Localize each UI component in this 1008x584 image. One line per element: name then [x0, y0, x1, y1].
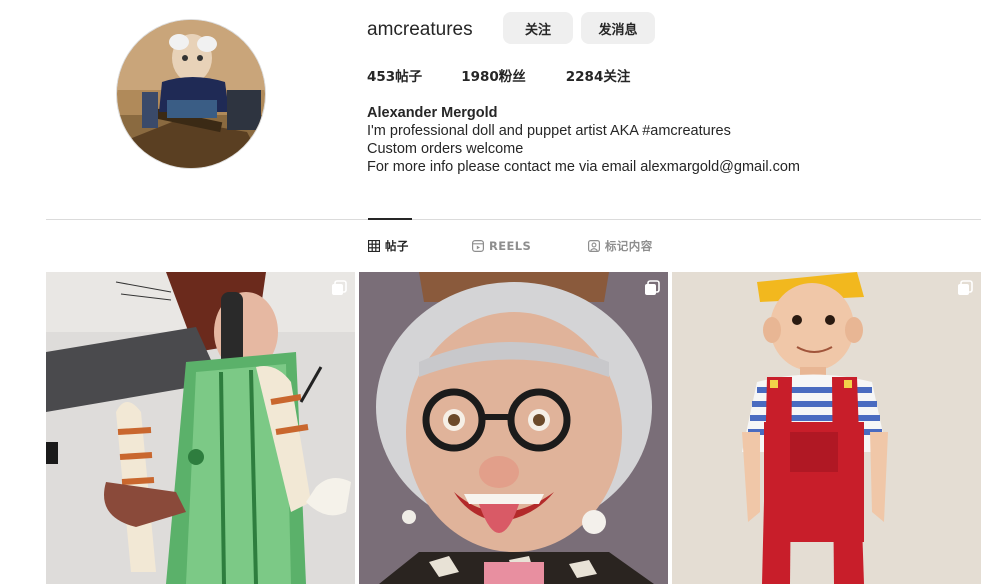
post-tile[interactable] — [672, 272, 981, 584]
posts-count: 453帖子 — [367, 69, 423, 85]
multiple-posts-icon — [645, 280, 660, 295]
tab-reels[interactable]: REELS — [472, 238, 531, 254]
tab-posts[interactable]: 帖子 — [368, 238, 409, 254]
tab-label: 标记内容 — [605, 239, 653, 253]
tagged-icon — [588, 240, 600, 252]
bio-line: For more info please contact me via emai… — [367, 159, 800, 175]
grid-icon — [368, 240, 380, 252]
post-tile[interactable] — [46, 272, 355, 584]
multiple-posts-icon — [958, 280, 973, 295]
multiple-posts-icon — [332, 280, 347, 295]
tab-tagged[interactable]: 标记内容 — [588, 238, 653, 254]
active-tab-indicator — [368, 218, 412, 220]
tab-label: REELS — [489, 239, 532, 253]
avatar-image — [117, 20, 265, 168]
following-count[interactable]: 2284关注 — [566, 65, 631, 85]
post-tile[interactable] — [359, 272, 668, 584]
tab-label: 帖子 — [385, 239, 409, 253]
reels-icon — [472, 240, 484, 252]
profile-avatar[interactable] — [116, 19, 266, 169]
profile-full-name: Alexander Mergold — [367, 105, 498, 121]
post-image — [46, 272, 355, 584]
followers-count[interactable]: 1980粉丝 — [461, 65, 526, 85]
profile-bio: Alexander Mergold I'm professional doll … — [367, 104, 800, 176]
message-button[interactable]: 发消息 — [581, 12, 655, 44]
post-image — [359, 272, 668, 584]
tabs-divider — [46, 219, 981, 220]
post-image — [672, 272, 981, 584]
profile-stats: 453帖子 1980粉丝 2284关注 — [367, 65, 669, 85]
bio-line: I'm professional doll and puppet artist … — [367, 123, 731, 139]
bio-line: Custom orders welcome — [367, 141, 524, 157]
profile-username: amcreatures — [367, 19, 473, 40]
follow-button[interactable]: 关注 — [503, 12, 573, 44]
